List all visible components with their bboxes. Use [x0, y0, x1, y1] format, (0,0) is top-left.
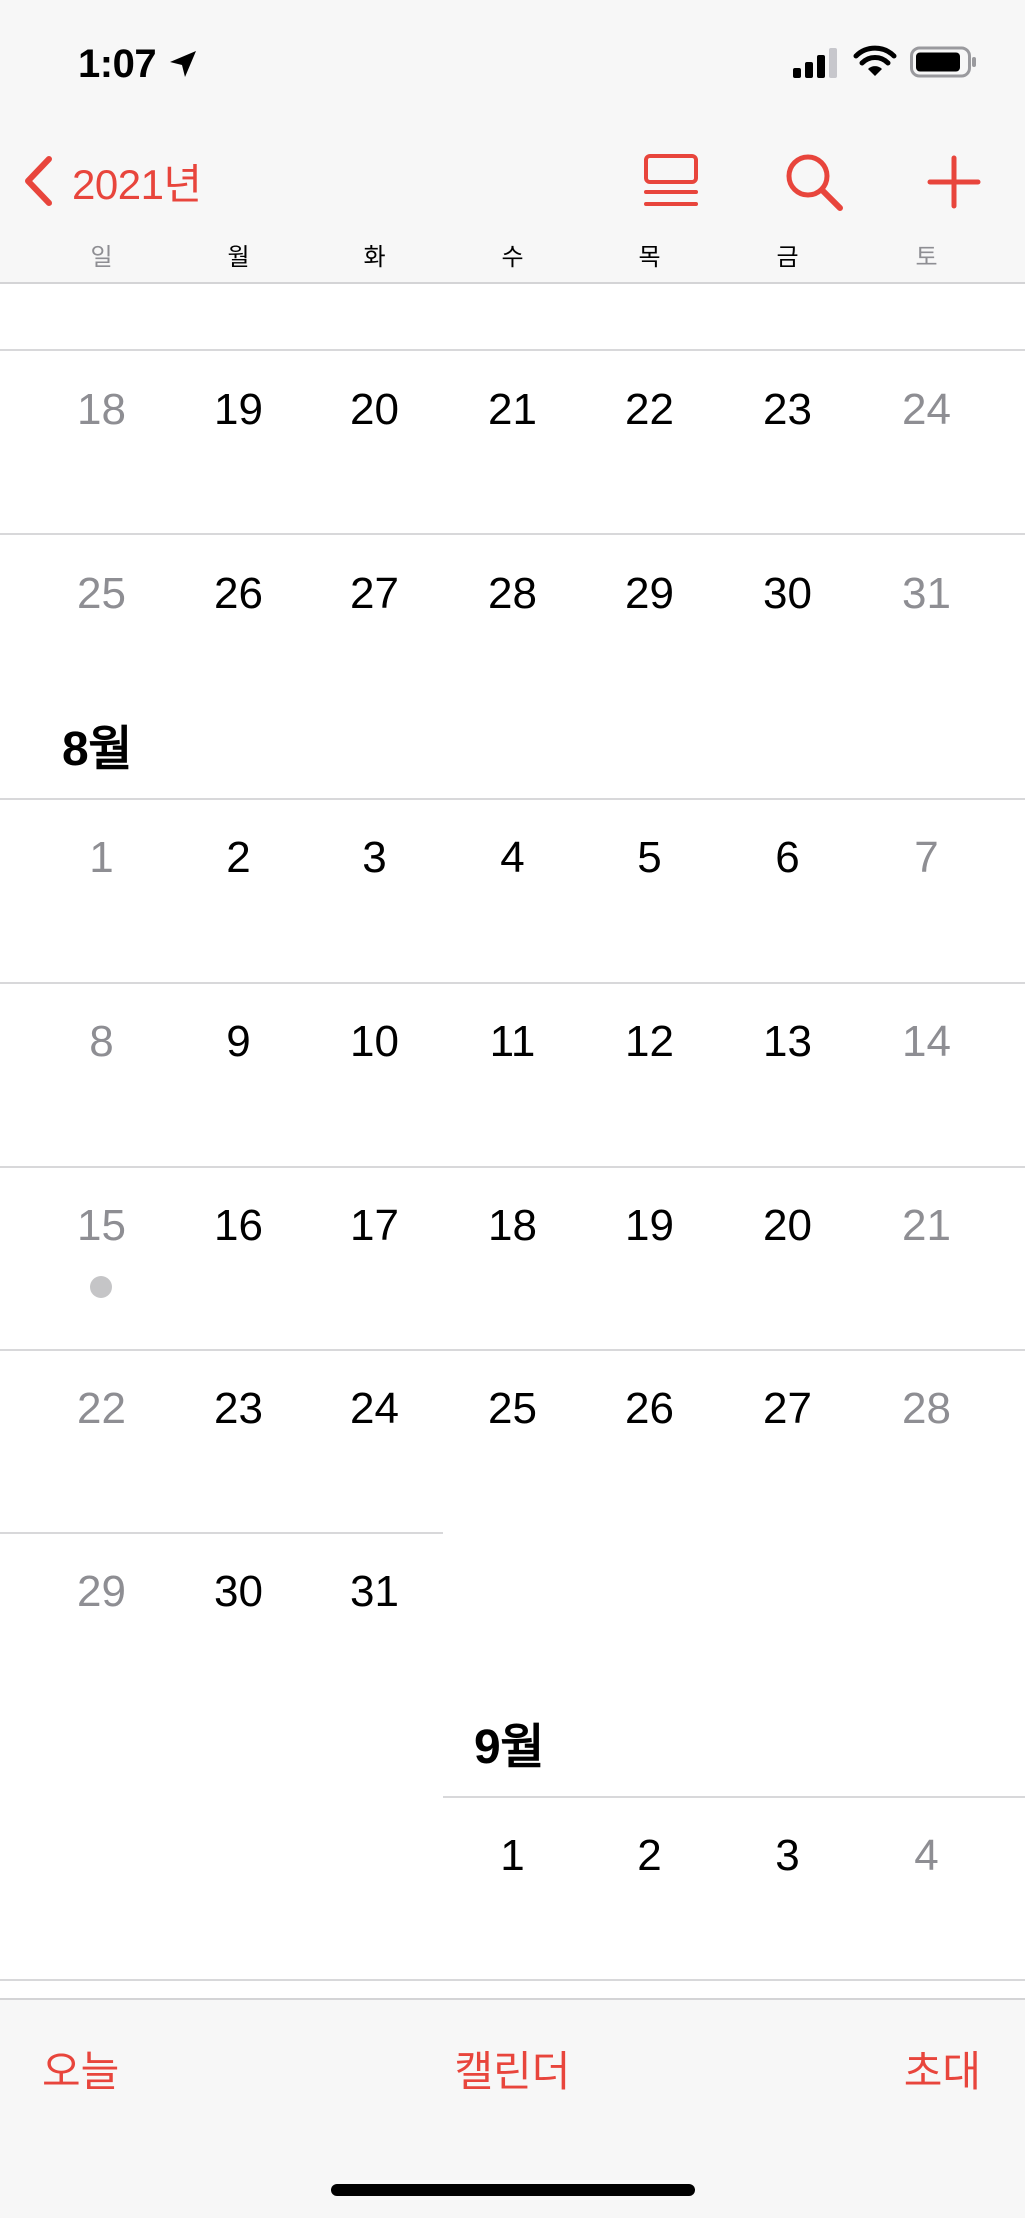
day-cell[interactable]: 1 — [444, 1830, 581, 1882]
weekday-thu: 목 — [638, 244, 661, 271]
day-cell[interactable]: 28 — [858, 1383, 995, 1435]
weekday-sun: 일 — [90, 244, 113, 271]
location-arrow-icon — [170, 51, 196, 77]
week-divider — [443, 1796, 1025, 1798]
calendars-button[interactable]: 캘린더 — [0, 2044, 1025, 2100]
day-cell[interactable]: 7 — [858, 832, 995, 884]
day-cell[interactable]: 30 — [719, 568, 856, 620]
day-cell[interactable]: 22 — [33, 1383, 170, 1435]
home-indicator[interactable] — [331, 2184, 695, 2196]
day-cell[interactable]: 18 — [444, 1200, 581, 1252]
week-divider — [0, 1166, 1025, 1168]
day-cell[interactable]: 16 — [170, 1200, 307, 1252]
week-divider — [0, 349, 1025, 351]
inbox-button[interactable]: 초대 — [904, 2044, 981, 2100]
weekday-tue: 화 — [363, 244, 386, 271]
day-cell[interactable]: 23 — [719, 384, 856, 436]
day-cell[interactable]: 22 — [581, 384, 718, 436]
chevron-left-icon — [25, 156, 52, 206]
day-cell[interactable]: 14 — [858, 1016, 995, 1068]
day-cell[interactable]: 10 — [306, 1016, 443, 1068]
day-cell[interactable]: 30 — [170, 1566, 307, 1618]
plus-icon[interactable] — [922, 150, 986, 214]
day-cell[interactable]: 31 — [306, 1566, 443, 1618]
event-list-icon[interactable] — [640, 150, 704, 214]
day-cell[interactable]: 26 — [581, 1383, 718, 1435]
weekday-wed: 수 — [501, 244, 524, 271]
day-cell[interactable]: 31 — [858, 568, 995, 620]
day-cell[interactable]: 2 — [170, 832, 307, 884]
day-cell[interactable]: 19 — [581, 1200, 718, 1252]
week-divider — [0, 798, 1025, 800]
day-cell[interactable]: 29 — [33, 1566, 170, 1618]
top-chrome: 1:07 2021년 일 월 화 수 목 금 토 — [0, 0, 1025, 284]
day-cell[interactable]: 20 — [719, 1200, 856, 1252]
day-cell[interactable]: 1 — [33, 832, 170, 884]
event-dot — [90, 1276, 112, 1298]
cellular-signal-icon — [793, 48, 837, 78]
day-cell[interactable]: 19 — [170, 384, 307, 436]
day-cell[interactable]: 9 — [170, 1016, 307, 1068]
day-cell[interactable]: 25 — [444, 1383, 581, 1435]
day-cell[interactable]: 4 — [858, 1830, 995, 1882]
day-cell[interactable]: 23 — [170, 1383, 307, 1435]
week-divider — [0, 1349, 1025, 1351]
month-title-august[interactable]: 8월 — [62, 722, 132, 778]
weekday-mon: 월 — [227, 244, 250, 271]
week-divider — [0, 1532, 443, 1534]
day-cell[interactable]: 24 — [306, 1383, 443, 1435]
day-cell[interactable]: 6 — [719, 832, 856, 884]
back-to-year-button[interactable]: 2021년 — [20, 150, 202, 212]
day-cell[interactable]: 21 — [444, 384, 581, 436]
day-cell[interactable]: 8 — [33, 1016, 170, 1068]
day-cell[interactable]: 18 — [33, 384, 170, 436]
day-cell[interactable]: 27 — [719, 1383, 856, 1435]
day-cell[interactable]: 11 — [444, 1016, 581, 1068]
month-title-september[interactable]: 9월 — [474, 1720, 544, 1776]
search-icon[interactable] — [782, 150, 846, 214]
day-cell[interactable]: 28 — [444, 568, 581, 620]
day-cell[interactable]: 20 — [306, 384, 443, 436]
day-cell[interactable]: 3 — [306, 832, 443, 884]
day-cell[interactable]: 29 — [581, 568, 718, 620]
status-time: 1:07 — [78, 42, 157, 86]
day-cell[interactable]: 5 — [581, 832, 718, 884]
back-label: 2021년 — [72, 160, 202, 208]
battery-icon — [910, 46, 976, 78]
week-divider — [0, 1979, 1025, 1981]
day-cell[interactable]: 24 — [858, 384, 995, 436]
day-cell[interactable]: 21 — [858, 1200, 995, 1252]
weekday-sat: 토 — [915, 244, 938, 271]
day-cell[interactable]: 4 — [444, 832, 581, 884]
week-divider — [0, 982, 1025, 984]
weekday-header: 일 월 화 수 목 금 토 — [0, 238, 1025, 278]
day-cell[interactable]: 12 — [581, 1016, 718, 1068]
weekday-fri: 금 — [776, 244, 799, 271]
day-cell[interactable]: 13 — [719, 1016, 856, 1068]
day-cell[interactable]: 25 — [33, 568, 170, 620]
day-cell[interactable]: 3 — [719, 1830, 856, 1882]
week-divider — [0, 533, 1025, 535]
day-cell[interactable]: 15 — [33, 1200, 170, 1252]
month-grid-scroll[interactable]: 18 19 20 21 22 23 24 25 26 27 28 29 30 3… — [0, 284, 1025, 1998]
day-cell[interactable]: 2 — [581, 1830, 718, 1882]
day-cell[interactable]: 27 — [306, 568, 443, 620]
wifi-icon — [853, 45, 897, 76]
day-cell[interactable]: 17 — [306, 1200, 443, 1252]
day-cell[interactable]: 26 — [170, 568, 307, 620]
